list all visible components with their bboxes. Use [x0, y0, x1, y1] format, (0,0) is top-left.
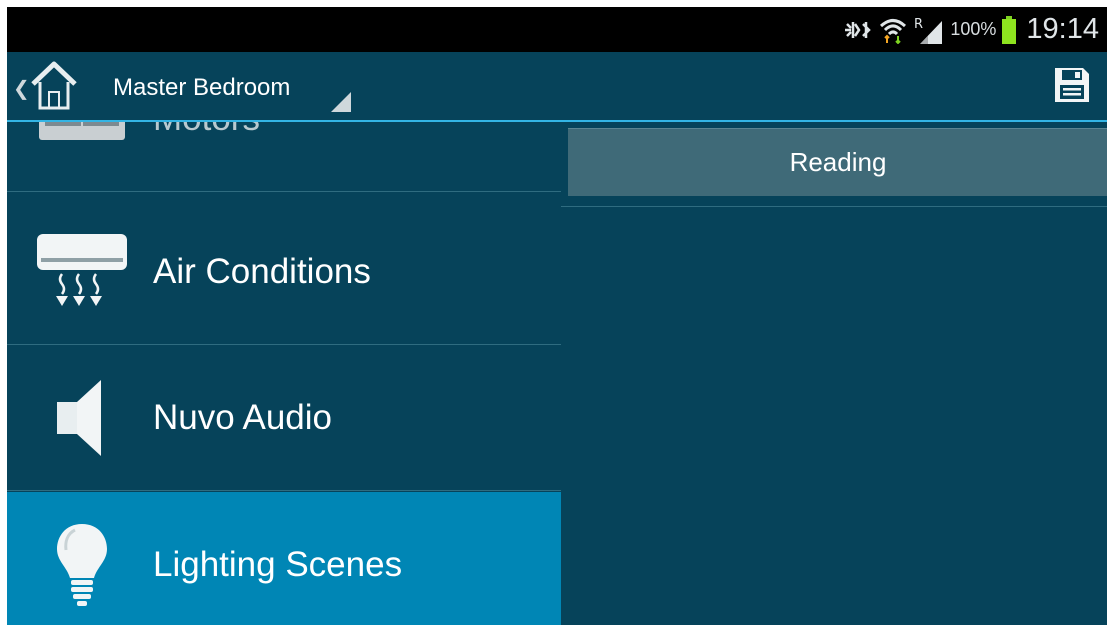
battery-percent: 100% — [950, 19, 997, 39]
category-item-motors[interactable]: Motors — [7, 122, 561, 192]
status-clock: 19:14 — [1026, 13, 1099, 45]
speaker-icon — [57, 379, 101, 456]
air-conditioner-icon — [37, 233, 127, 306]
roaming-indicator: R — [914, 17, 923, 32]
spinner-arrow-icon[interactable] — [331, 92, 351, 112]
status-bar: R 100% 19:14 — [7, 7, 1107, 52]
category-item-lighting-scenes[interactable]: Lighting Scenes — [7, 492, 561, 625]
save-icon[interactable] — [1053, 66, 1091, 104]
category-label: Lighting Scenes — [153, 545, 403, 584]
action-bar: ❮ Master Bedroom — [7, 52, 1107, 122]
category-label: Motors — [153, 122, 260, 139]
room-title[interactable]: Master Bedroom — [113, 74, 290, 102]
battery-icon — [1002, 15, 1017, 44]
scene-list: Reading — [561, 122, 1107, 625]
category-label: Air Conditions — [153, 251, 371, 291]
app-screen: R 100% 19:14 ❮ Master Bedroom Air Condit… — [7, 7, 1107, 625]
category-item-air-conditions[interactable]: Air Conditions — [7, 199, 561, 345]
category-label: Nuvo Audio — [153, 397, 333, 437]
back-chevron-icon[interactable]: ❮ — [13, 76, 30, 101]
status-icons: R 100% 19:14 — [842, 7, 1099, 52]
signal-icon: R — [914, 17, 943, 44]
light-bulb-icon — [57, 524, 107, 606]
scene-button-reading[interactable]: Reading — [568, 128, 1107, 196]
category-item-nuvo-audio[interactable]: Nuvo Audio — [7, 345, 561, 491]
wifi-icon — [880, 18, 907, 44]
category-list[interactable]: Motors Air Conditions Nu — [7, 122, 561, 625]
home-icon[interactable] — [29, 58, 79, 114]
scene-row: Reading — [561, 122, 1107, 207]
motor-icon — [39, 122, 125, 140]
mute-icon — [845, 21, 872, 38]
